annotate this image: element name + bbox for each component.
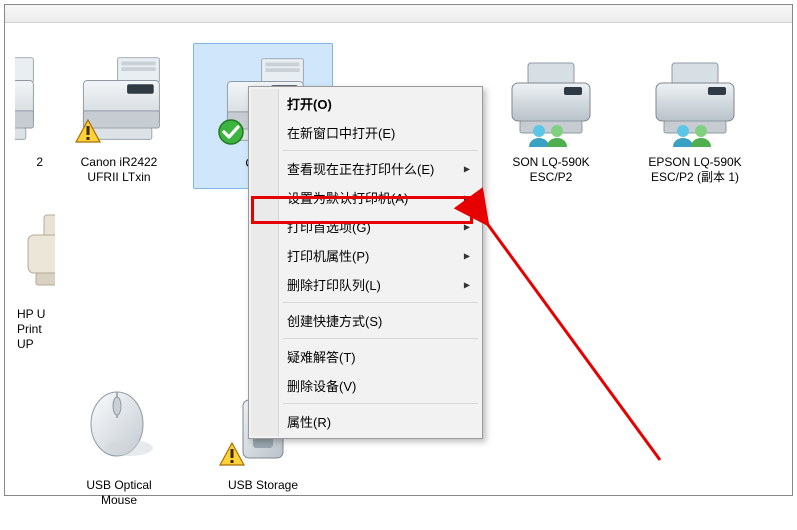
- device-label: SON LQ-590K ESC/P2: [512, 155, 589, 185]
- spacer: [15, 366, 45, 510]
- warning-icon: [219, 442, 245, 466]
- menu-open-new-window[interactable]: 在新窗口中打开(E): [251, 118, 480, 147]
- menu-troubleshoot[interactable]: 疑难解答(T): [251, 342, 480, 371]
- shared-icon: [527, 121, 573, 149]
- check-icon: [217, 118, 245, 146]
- menu-open[interactable]: 打开(O): [251, 89, 480, 118]
- device-label: HP U Print UP: [17, 307, 45, 352]
- menu-separator: [283, 338, 478, 339]
- context-menu: 打开(O) 在新窗口中打开(E) 查看现在正在打印什么(E) 设置为默认打印机(…: [248, 86, 483, 439]
- device-label: USB Storage: [228, 478, 298, 493]
- inkjet-printer-icon: [501, 49, 601, 149]
- device-hp-partial[interactable]: HP U Print UP: [15, 195, 55, 354]
- menu-printer-properties[interactable]: 打印机属性(P): [251, 241, 480, 270]
- device-label: USB Optical Mouse: [86, 478, 151, 508]
- menu-create-shortcut[interactable]: 创建快捷方式(S): [251, 306, 480, 335]
- toolbar: [5, 5, 792, 23]
- menu-delete-print-queue[interactable]: 删除打印队列(L): [251, 270, 480, 299]
- inkjet-printer-icon: [17, 201, 55, 301]
- device-label: Canon iR2422 UFRII LTxin: [81, 155, 158, 185]
- warning-icon: [75, 119, 101, 143]
- device-label: 2: [36, 155, 43, 170]
- device-epson-2[interactable]: EPSON LQ-590K ESC/P2 (副本 1): [625, 43, 765, 189]
- device-epson-1[interactable]: SON LQ-590K ESC/P2: [481, 43, 621, 189]
- menu-separator: [283, 150, 478, 151]
- device-partial-left[interactable]: 2: [15, 43, 45, 189]
- menu-properties[interactable]: 属性(R): [251, 407, 480, 436]
- device-mouse[interactable]: USB Optical Mouse: [49, 366, 189, 510]
- printer-icon: [15, 49, 43, 149]
- inkjet-printer-icon: [645, 49, 745, 149]
- shared-icon: [671, 121, 717, 149]
- menu-set-default-printer[interactable]: 设置为默认打印机(A): [251, 183, 480, 212]
- menu-separator: [283, 403, 478, 404]
- mouse-icon: [69, 372, 169, 472]
- menu-separator: [283, 302, 478, 303]
- printer-icon: [69, 49, 169, 149]
- menu-see-whats-printing[interactable]: 查看现在正在打印什么(E): [251, 154, 480, 183]
- menu-remove-device[interactable]: 删除设备(V): [251, 371, 480, 400]
- menu-printing-preferences[interactable]: 打印首选项(G): [251, 212, 480, 241]
- device-label: EPSON LQ-590K ESC/P2 (副本 1): [648, 155, 741, 185]
- device-canon-ir2422[interactable]: Canon iR2422 UFRII LTxin: [49, 43, 189, 189]
